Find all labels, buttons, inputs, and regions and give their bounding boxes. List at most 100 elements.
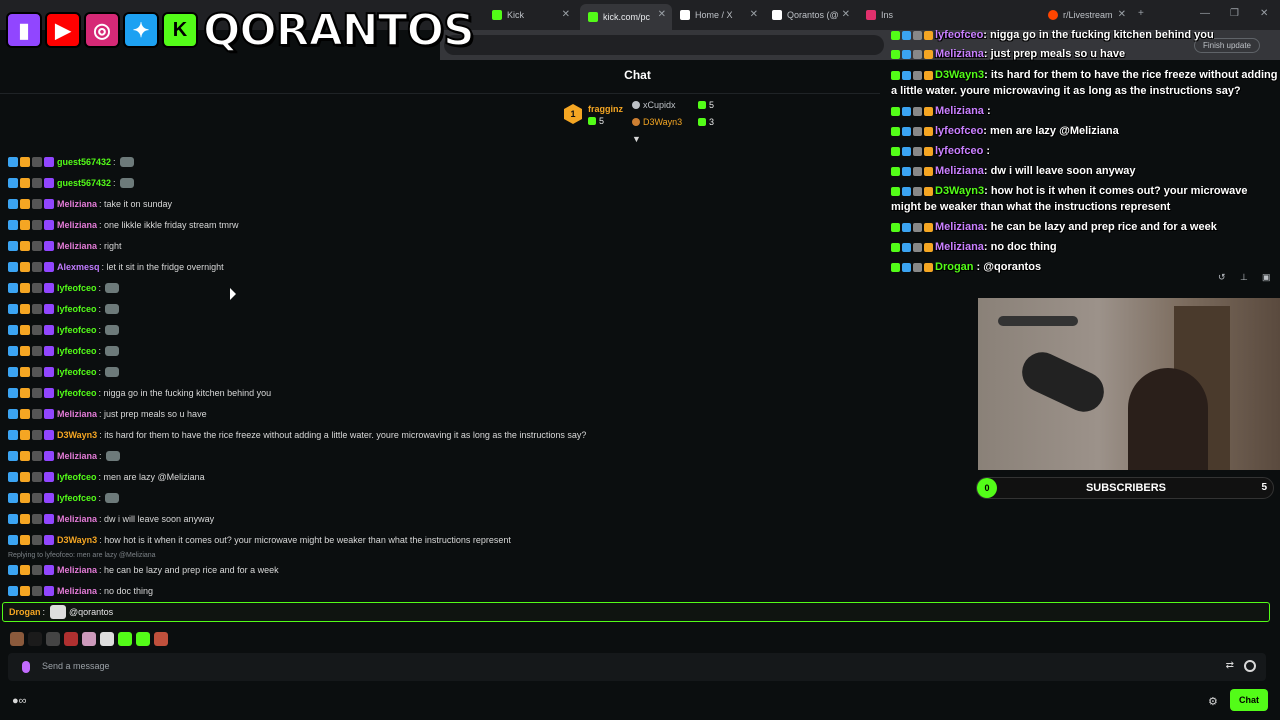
chat-username[interactable]: Meliziana [57,220,97,230]
chat-message[interactable]: D3Wayn3: how hot is it when it comes out… [8,531,511,549]
emote-icon[interactable] [154,632,168,646]
emote-icon[interactable] [46,632,60,646]
chat-message[interactable]: lyfeofceo: [8,321,120,339]
leader-third-name: D3Wayn3 [643,117,683,127]
translate-icon[interactable]: ⇄ [1226,660,1234,671]
pin-icon[interactable]: ⊥ [1240,272,1248,283]
mic-arm [998,316,1078,326]
close-icon[interactable]: ✕ [562,9,570,20]
chat-username[interactable]: guest567432 [57,157,111,167]
chat-send-button[interactable]: Chat [1230,689,1268,711]
divider [0,93,880,94]
chat-username[interactable]: lyfeofceo [57,388,97,398]
chat-username[interactable]: lyfeofceo [57,472,97,482]
badge-icon [902,186,911,196]
chat-message[interactable]: Alexmesq: let it sit in the fridge overn… [8,258,224,276]
tab-kick-active[interactable]: kick.com/pc ✕ [580,4,672,30]
chat-text: : [98,493,102,503]
points-icon[interactable]: ●∞ [12,695,27,707]
chat-username[interactable]: Meliziana [57,586,97,596]
tab-instagram[interactable]: Ins [858,4,898,26]
chat-username[interactable]: lyfeofceo [57,325,97,335]
user-badges [8,283,54,293]
chat-message[interactable]: lyfeofceo: nigga go in the fucking kitch… [8,384,271,402]
badge-icon [913,70,922,80]
emote-icon[interactable] [118,632,132,646]
badge-icon [32,472,42,482]
close-icon[interactable]: ✕ [842,9,850,20]
badge-icon [8,409,18,419]
chat-message[interactable]: Meliziana: he can be lazy and prep rice … [8,561,279,579]
emote-icon[interactable] [136,632,150,646]
minimize-icon[interactable]: — [1200,8,1210,19]
chat-username[interactable]: guest567432 [57,178,111,188]
chat-message[interactable]: Meliziana: take it on sunday [8,195,172,213]
new-tab-button[interactable]: + [1138,8,1144,19]
chat-message[interactable]: Meliziana: [8,447,120,465]
tab-kick[interactable]: Kick ✕ [484,4,576,26]
chat-message[interactable]: guest567432: [8,153,134,171]
chat-username[interactable]: lyfeofceo [57,493,97,503]
tab-x-profile[interactable]: Qorantos (@ ✕ [764,4,856,26]
chat-username[interactable]: Meliziana [57,565,97,575]
chat-message[interactable]: lyfeofceo: [8,300,120,318]
chat-message[interactable]: lyfeofceo: [8,279,120,297]
chat-message[interactable]: lyfeofceo: [8,489,120,507]
chat-username[interactable]: Alexmesq [57,262,100,272]
emote-icon[interactable] [10,632,24,646]
message-input[interactable]: Send a message ⇄ [8,653,1266,681]
trash-icon[interactable]: ▣ [1262,272,1271,283]
reply-note: Replying to lyfeofceo: men are lazy @Mel… [8,552,156,559]
chat-message[interactable]: Meliziana: no doc thing [8,582,153,600]
expand-chevron-icon[interactable]: ▼ [632,134,641,144]
emoji-icon[interactable] [1244,660,1256,672]
chat-message[interactable]: Meliziana: right [8,237,122,255]
tab-reddit[interactable]: r/Livestream ✕ [1040,4,1132,26]
chat-username[interactable]: Meliziana [57,409,97,419]
chat-message[interactable]: Meliziana: one likkle ikkle friday strea… [8,216,239,234]
chat-message[interactable]: D3Wayn3: its hard for them to have the r… [8,426,586,444]
undo-icon[interactable]: ↺ [1218,272,1226,283]
emote-icon[interactable] [64,632,78,646]
chat-message[interactable]: Meliziana: dw i will leave soon anyway [8,510,214,528]
chat-username[interactable]: Meliziana [57,451,97,461]
overlay-chat-line: Meliziana: he can be lazy and prep rice … [891,219,1280,235]
maximize-icon[interactable]: ❐ [1230,8,1239,19]
chat-username[interactable]: D3Wayn3 [57,535,97,545]
chat-message[interactable]: Meliziana: just prep meals so u have [8,405,207,423]
chat-text: : let it sit in the fridge overnight [101,262,224,272]
badge-icon [902,146,911,156]
chat-message[interactable]: lyfeofceo: [8,363,120,381]
tab-x-home[interactable]: Home / X ✕ [672,4,764,26]
emote-icon[interactable] [100,632,114,646]
badge-icon [891,30,900,40]
close-icon[interactable]: ✕ [1118,9,1126,20]
chat-username[interactable]: lyfeofceo [57,346,97,356]
close-window-icon[interactable]: ✕ [1260,8,1268,19]
close-icon[interactable]: ✕ [658,9,666,20]
chat-username[interactable]: D3Wayn3 [57,430,97,440]
chat-message[interactable]: lyfeofceo: [8,342,120,360]
badge-icon [44,430,54,440]
emote-icon [105,451,120,461]
badge-icon [902,70,911,80]
chat-username[interactable]: lyfeofceo [57,283,97,293]
close-icon[interactable]: ✕ [750,9,758,20]
twitch-icon: ▮ [6,12,42,48]
chat-message[interactable]: guest567432: [8,174,134,192]
kick-icon [588,12,598,22]
badge-icon [8,493,18,503]
chat-username[interactable]: Meliziana [57,514,97,524]
chat-username[interactable]: lyfeofceo [57,304,97,314]
user-badges [8,199,54,209]
chat-username[interactable]: Meliziana [57,241,97,251]
chat-username[interactable]: lyfeofceo [57,367,97,377]
address-bar[interactable] [444,35,884,55]
emote-icon[interactable] [28,632,42,646]
emote-icon[interactable] [82,632,96,646]
chat-username[interactable]: Meliziana [57,199,97,209]
gear-icon[interactable]: ⚙ [1208,695,1218,708]
badge-icon [32,514,42,524]
chat-message[interactable]: lyfeofceo: men are lazy @Meliziana [8,468,205,486]
pinned-message[interactable]: Drogan : @qorantos [2,602,1270,622]
